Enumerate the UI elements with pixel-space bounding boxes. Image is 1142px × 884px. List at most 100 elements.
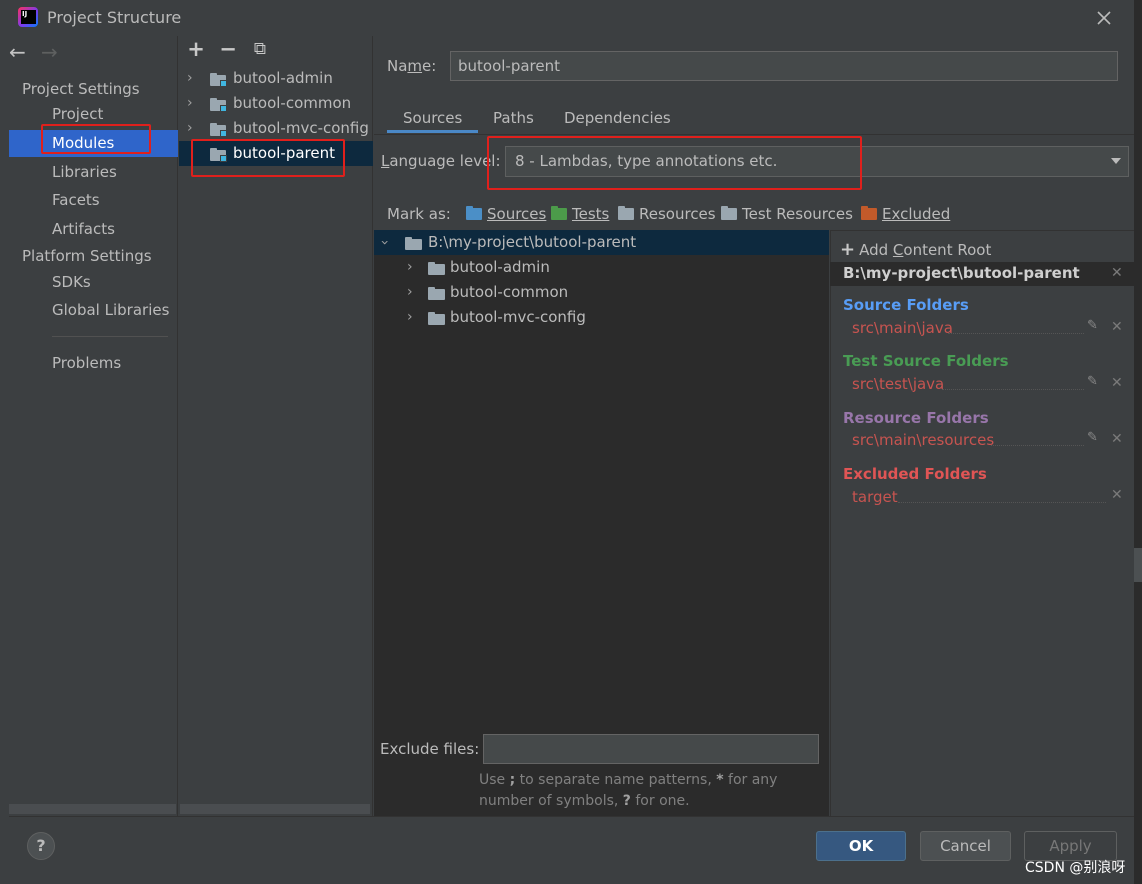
remove-folder-icon[interactable]: ✕ <box>1111 431 1123 447</box>
source-folder-path: src\main\java <box>852 319 953 337</box>
folder-icon <box>428 287 445 300</box>
mark-as-sources-button[interactable]: Sources <box>466 205 546 223</box>
tree-row-butool-common[interactable]: › butool-common <box>374 280 829 305</box>
remove-folder-icon[interactable]: ✕ <box>1111 375 1123 391</box>
project-settings-header: Project Settings <box>22 80 140 98</box>
exclude-files-field[interactable] <box>483 734 819 764</box>
chevron-right-icon[interactable]: › <box>187 91 199 116</box>
cancel-button[interactable]: Cancel <box>920 831 1011 861</box>
module-item-butool-admin[interactable]: › butool-admin <box>179 66 373 91</box>
folder-icon <box>405 237 422 250</box>
mark-as-excluded-button[interactable]: Excluded <box>861 205 950 223</box>
test-resources-folder-icon <box>721 206 737 220</box>
window-title: Project Structure <box>47 8 182 27</box>
annotation-box-butool-parent <box>191 139 345 177</box>
watermark-text: CSDN @别浪呀 <box>1025 860 1126 876</box>
test-source-folder-path: src\test\java <box>852 375 945 393</box>
ok-button[interactable]: OK <box>816 831 906 861</box>
excluded-folders-title: Excluded Folders <box>843 465 987 483</box>
intellij-logo-icon <box>18 7 38 27</box>
title-bar: Project Structure <box>0 0 1134 36</box>
sidebar-item-libraries[interactable]: Libraries <box>9 159 178 186</box>
tree-row-root[interactable]: › B:\my-project\butool-parent <box>374 230 829 255</box>
dropdown-arrow-icon <box>1111 158 1121 164</box>
chevron-right-icon[interactable]: › <box>407 280 413 305</box>
chevron-right-icon[interactable]: › <box>407 255 413 280</box>
tree-item-label: butool-common <box>450 283 569 301</box>
remove-folder-icon[interactable]: ✕ <box>1111 487 1123 503</box>
navigation-arrows: ← → <box>9 40 73 64</box>
folder-icon <box>428 262 445 275</box>
dotted-leader <box>948 333 1084 334</box>
chevron-down-icon[interactable]: › <box>371 240 396 246</box>
back-arrow-icon[interactable]: ← <box>9 40 41 64</box>
mark-as-resources-label: Resources <box>639 205 716 223</box>
chevron-right-icon[interactable]: › <box>187 66 199 91</box>
sidebar-item-artifacts[interactable]: Artifacts <box>9 216 178 243</box>
module-folder-icon <box>210 73 227 87</box>
tabs-divider <box>374 134 1134 135</box>
add-content-root-label: Add Content Root <box>859 241 992 259</box>
plus-icon: + <box>840 239 856 260</box>
tree-item-label: butool-mvc-config <box>450 308 586 326</box>
sidebar-item-problems[interactable]: Problems <box>9 350 178 377</box>
close-icon <box>1097 11 1111 25</box>
module-name: butool-mvc-config <box>233 119 369 137</box>
dotted-leader <box>991 445 1084 446</box>
module-item-butool-mvc-config[interactable]: › butool-mvc-config <box>179 116 373 141</box>
resource-folders-title: Resource Folders <box>843 409 989 427</box>
content-root-path: B:\my-project\butool-parent <box>843 264 1080 282</box>
mark-as-tests-label: Tests <box>572 205 610 223</box>
resource-folder-path: src\main\resources <box>852 431 995 449</box>
help-button[interactable]: ? <box>27 832 55 860</box>
module-folder-icon <box>210 123 227 137</box>
forward-arrow-icon[interactable]: → <box>41 40 73 64</box>
mark-as-resources-button[interactable]: Resources <box>618 205 716 223</box>
module-item-butool-common[interactable]: › butool-common <box>179 91 373 116</box>
name-label: Name: <box>387 57 437 75</box>
excluded-folder-icon <box>861 206 877 220</box>
sidebar-item-facets[interactable]: Facets <box>9 187 178 214</box>
sidebar-divider <box>52 336 168 337</box>
mark-as-label: Mark as: <box>387 205 451 223</box>
remove-folder-icon[interactable]: ✕ <box>1111 319 1123 335</box>
underlying-ide-strip <box>1134 548 1142 582</box>
project-structure-dialog: Project Structure ←→ Project Settings Pr… <box>0 0 1134 884</box>
test-source-folders-title: Test Source Folders <box>843 352 1009 370</box>
tree-row-butool-admin[interactable]: › butool-admin <box>374 255 829 280</box>
tree-row-butool-mvc-config[interactable]: › butool-mvc-config <box>374 305 829 330</box>
annotation-box-language-level <box>487 136 862 190</box>
tab-sources[interactable]: Sources <box>387 103 479 133</box>
module-folder-icon <box>210 98 227 112</box>
module-name: butool-common <box>233 94 352 112</box>
chevron-right-icon[interactable]: › <box>407 305 413 330</box>
mark-as-sources-label: Sources <box>487 205 547 223</box>
module-list-horizontal-scrollbar[interactable] <box>180 804 370 814</box>
copy-module-button[interactable]: ⧉ <box>249 38 271 60</box>
exclude-files-label: Exclude files: <box>380 740 480 758</box>
close-button[interactable] <box>1092 6 1116 30</box>
language-level-label: Language level: <box>381 152 501 170</box>
module-name: butool-admin <box>233 69 333 87</box>
tab-dependencies[interactable]: Dependencies <box>564 103 671 133</box>
remove-content-root-icon[interactable]: ✕ <box>1111 265 1123 281</box>
mark-as-tests-button[interactable]: Tests <box>551 205 609 223</box>
tab-paths[interactable]: Paths <box>493 103 534 133</box>
edit-pencil-icon[interactable]: ✎ <box>1087 374 1098 389</box>
folder-icon <box>428 312 445 325</box>
mark-as-excluded-label: Excluded <box>882 205 951 223</box>
module-name-field[interactable]: butool-parent <box>450 51 1118 81</box>
mark-as-test-resources-button[interactable]: Test Resources <box>721 205 853 223</box>
edit-pencil-icon[interactable]: ✎ <box>1087 318 1098 333</box>
sidebar-horizontal-scrollbar[interactable] <box>9 804 176 814</box>
chevron-right-icon[interactable]: › <box>187 116 199 141</box>
add-module-button[interactable]: + <box>185 38 207 60</box>
sidebar-item-sdks[interactable]: SDKs <box>9 269 178 296</box>
sidebar-item-global-libraries[interactable]: Global Libraries <box>9 297 178 324</box>
resources-folder-icon <box>618 206 634 220</box>
remove-module-button[interactable]: − <box>217 38 239 60</box>
annotation-box-modules <box>41 124 151 154</box>
edit-pencil-icon[interactable]: ✎ <box>1087 430 1098 445</box>
add-content-root-button[interactable]: + Add Content Root <box>840 239 991 260</box>
mark-as-test-resources-label: Test Resources <box>742 205 853 223</box>
